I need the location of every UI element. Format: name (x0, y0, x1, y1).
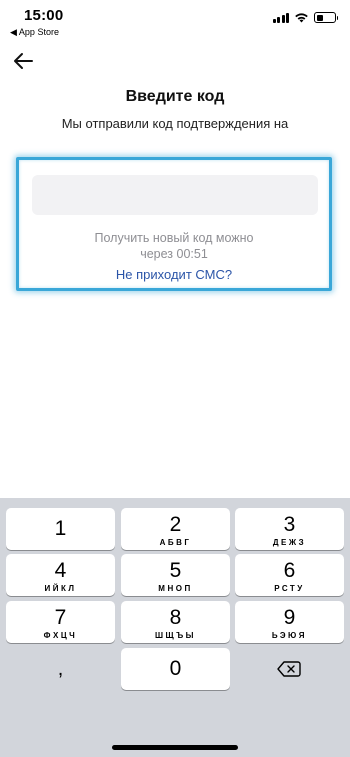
key-digit: 1 (54, 517, 67, 540)
key-letters: ЬЭЮЯ (271, 631, 308, 640)
key-comma[interactable]: , (6, 648, 115, 690)
key-digit: 6 (283, 559, 296, 582)
page-subtitle: Мы отправили код подтверждения на (61, 116, 289, 131)
key-digit: 9 (283, 606, 296, 629)
resend-line-2: через 00:51 (140, 247, 208, 261)
key-7[interactable]: 7 ФХЦЧ (6, 601, 115, 643)
key-digit: 3 (283, 513, 296, 536)
back-arrow-icon[interactable] (12, 50, 34, 72)
key-1[interactable]: 1 (6, 508, 115, 550)
key-5[interactable]: 5 МНОП (121, 554, 230, 596)
key-4[interactable]: 4 ИЙКЛ (6, 554, 115, 596)
code-card: Получить новый код можно через 00:51 Не … (16, 157, 332, 291)
code-input[interactable] (32, 175, 318, 215)
no-sms-link[interactable]: Не приходит СМС? (19, 267, 329, 282)
key-9[interactable]: 9 ЬЭЮЯ (235, 601, 344, 643)
resend-line-1: Получить новый код можно (94, 231, 254, 245)
key-0[interactable]: 0 (121, 648, 230, 690)
key-letters: ФХЦЧ (43, 631, 78, 640)
key-6[interactable]: 6 РСТУ (235, 554, 344, 596)
key-digit: 2 (169, 513, 182, 536)
key-digit: 5 (169, 559, 182, 582)
key-3[interactable]: 3 ДЕЖЗ (235, 508, 344, 550)
key-letters: АБВГ (159, 538, 192, 547)
home-indicator[interactable] (112, 745, 238, 750)
status-time: 15:00 (24, 7, 64, 24)
key-2[interactable]: 2 АБВГ (121, 508, 230, 550)
key-digit: 4 (54, 559, 67, 582)
status-icons (272, 12, 338, 23)
battery-icon (314, 12, 338, 23)
signal-icon (272, 12, 289, 23)
key-delete[interactable] (235, 648, 344, 690)
numeric-keyboard: 1 2 АБВГ 3 ДЕЖЗ 4 ИЙКЛ 5 МНОП 6 РСТУ 7 Ф… (0, 498, 350, 757)
wifi-icon (295, 13, 308, 23)
key-8[interactable]: 8 ШЩЪЫ (121, 601, 230, 643)
key-letters: МНОП (158, 584, 193, 593)
key-digit: 7 (54, 606, 67, 629)
back-to-app-store[interactable]: ◀ App Store (10, 27, 59, 38)
page-title: Введите код (125, 88, 225, 105)
key-letters: ДЕЖЗ (272, 538, 307, 547)
key-digit: 0 (169, 657, 182, 680)
key-letters: ИЙКЛ (44, 584, 77, 593)
key-letters: РСТУ (274, 584, 305, 593)
key-letters: ШЩЪЫ (155, 631, 196, 640)
key-comma-label: , (57, 658, 64, 680)
resend-timer-text: Получить новый код можно через 00:51 (19, 230, 329, 262)
delete-key-icon (277, 661, 301, 677)
status-bar: 15:00 ◀ App Store (0, 0, 350, 44)
key-digit: 8 (169, 606, 182, 629)
